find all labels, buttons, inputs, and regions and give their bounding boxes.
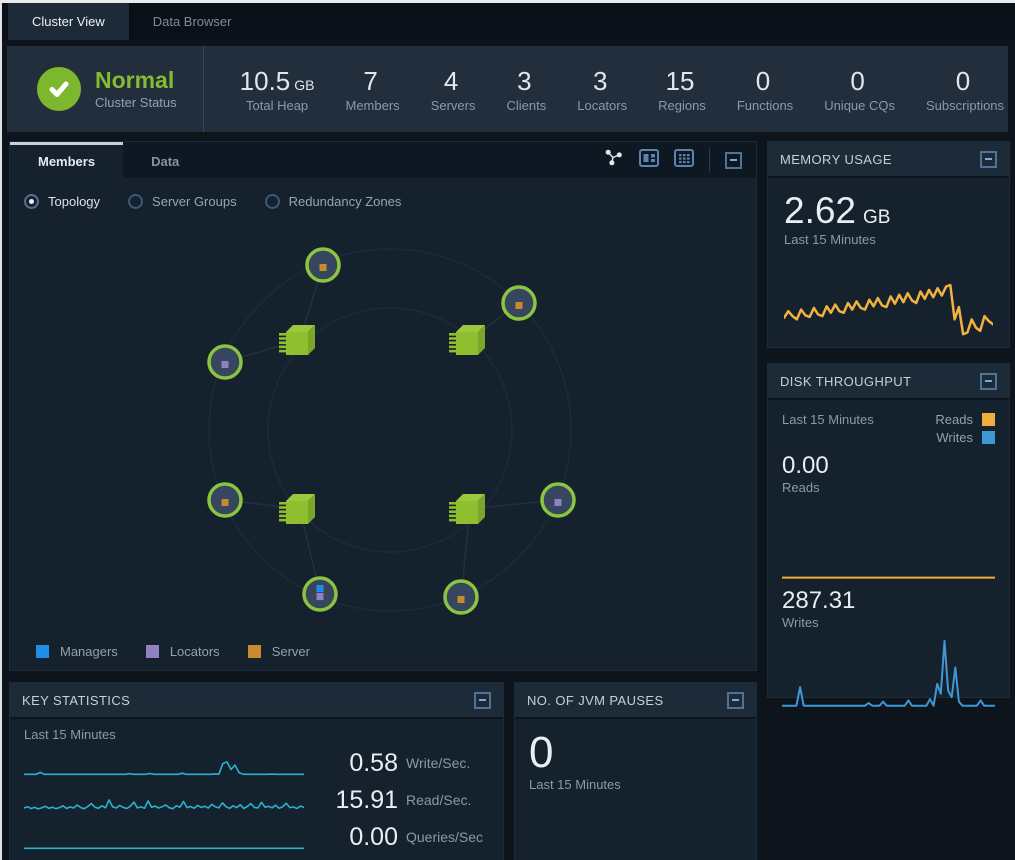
host-icon (279, 494, 315, 524)
jvm-pauses-header: NO. OF JVM PAUSES (515, 683, 756, 719)
time-range-label: Last 15 Minutes (529, 777, 742, 792)
cluster-stat: 15 Regions (658, 66, 706, 113)
disk-reads-value: 0.00 (782, 452, 995, 480)
reads-sparkline (24, 785, 304, 815)
legend-item: Server (248, 644, 310, 659)
host-icon (449, 325, 485, 355)
members-panel: Members Data (9, 141, 757, 671)
topology-legend: Managers Locators Server (24, 638, 742, 664)
member-node (307, 249, 339, 281)
jvm-pauses-panel: NO. OF JVM PAUSES 0 Last 15 Minutes (514, 682, 757, 860)
time-range-label: Last 15 Minutes (784, 232, 993, 247)
key-statistics-header: KEY STATISTICS (10, 683, 503, 719)
member-node (209, 346, 241, 378)
tab-data-browser[interactable]: Data Browser (129, 3, 256, 40)
key-statistics-panel: KEY STATISTICS Last 15 Minutes 0.58 Writ… (9, 682, 504, 860)
topology-graph[interactable] (24, 218, 742, 638)
memory-usage-unit: GB (863, 207, 890, 228)
member-node (304, 578, 336, 610)
panel-title: DISK THROUGHPUT (780, 374, 911, 389)
stat-unit: Read/Sec. (406, 792, 471, 808)
cluster-status-label: Cluster Status (95, 95, 177, 110)
topology-view-icon[interactable] (604, 148, 624, 172)
collapse-key-statistics-button[interactable] (474, 692, 491, 709)
legend-item: Reads (935, 412, 995, 427)
legend-item: Managers (36, 644, 118, 659)
host-icon (449, 494, 485, 524)
panel-title: NO. OF JVM PAUSES (527, 693, 664, 708)
toolbar-divider (709, 148, 710, 172)
cluster-stat: 4 Servers (431, 66, 476, 113)
cluster-stat: 7 Members (346, 66, 400, 113)
members-panel-tab-bar: Members Data (10, 142, 756, 178)
stat-unit: Write/Sec. (406, 755, 470, 771)
time-range-label: Last 15 Minutes (24, 727, 489, 742)
stat-row-writes: 0.58 Write/Sec. (24, 747, 489, 779)
status-ok-check-icon (37, 67, 81, 111)
stat-row-reads: 15.91 Read/Sec. (24, 784, 489, 816)
cluster-stats: 10.5GB Total Heap 7 Members 4 Servers 3 … (204, 66, 1004, 113)
memory-usage-panel: MEMORY USAGE 2.62 GB Last 15 Minutes (767, 141, 1010, 348)
collapse-jvm-pauses-button[interactable] (727, 692, 744, 709)
cluster-status: Normal Cluster Status (7, 67, 203, 111)
stat-value: 15.91 (304, 786, 398, 815)
tab-members[interactable]: Members (10, 142, 123, 178)
legend-item: Locators (146, 644, 220, 659)
disk-reads-chart (782, 495, 995, 583)
member-node (542, 484, 574, 516)
cluster-status-value: Normal (95, 68, 177, 93)
jvm-pauses-value: 0 (529, 729, 742, 777)
stat-unit: Queries/Sec (406, 829, 483, 845)
collapse-disk-throughput-button[interactable] (980, 373, 997, 390)
member-node (209, 484, 241, 516)
disk-writes-value: 287.31 (782, 587, 995, 615)
tab-data[interactable]: Data (123, 142, 207, 178)
cluster-stat: 0 Unique CQs (824, 66, 895, 113)
radio-circle (128, 194, 143, 209)
cluster-stat: 0 Subscriptions (926, 66, 1004, 113)
collapse-memory-usage-button[interactable] (980, 151, 997, 168)
stat-value: 0.00 (304, 823, 398, 852)
cluster-status-banner: Normal Cluster Status 10.5GB Total Heap … (7, 46, 1008, 132)
pulse-dashboard: Cluster View Data Browser Normal Cluster… (0, 0, 1015, 860)
queries-sparkline (24, 822, 304, 852)
time-range-label: Last 15 Minutes (782, 412, 874, 448)
radio-topology[interactable]: Topology (24, 194, 100, 209)
stat-row-queries: 0.00 Queries/Sec (24, 821, 489, 853)
member-node (445, 581, 477, 613)
cluster-stat: 3 Locators (577, 66, 627, 113)
members-panel-body: Topology Server Groups Redundancy Zones (10, 178, 756, 670)
cluster-stat: 0 Functions (737, 66, 793, 113)
grid-view-icon[interactable] (674, 149, 694, 172)
panel-title: KEY STATISTICS (22, 693, 130, 708)
treemap-view-icon[interactable] (639, 149, 659, 172)
host-icon (279, 325, 315, 355)
legend-item: Writes (935, 430, 995, 445)
collapse-members-panel-button[interactable] (725, 152, 742, 169)
memory-usage-chart (784, 257, 993, 347)
radio-circle (24, 194, 39, 209)
radio-server-groups[interactable]: Server Groups (128, 194, 237, 209)
disk-throughput-header: DISK THROUGHPUT (768, 364, 1009, 400)
main-tab-bar: Cluster View Data Browser (2, 3, 1015, 40)
memory-usage-header: MEMORY USAGE (768, 142, 1009, 178)
memory-usage-value: 2.62 (784, 190, 856, 231)
disk-writes-label: Writes (782, 615, 995, 630)
member-node (503, 287, 535, 319)
tab-cluster-view[interactable]: Cluster View (8, 3, 129, 40)
panel-title: MEMORY USAGE (780, 152, 892, 167)
disk-throughput-panel: DISK THROUGHPUT Last 15 Minutes Reads (767, 363, 1010, 698)
radio-circle (265, 194, 280, 209)
disk-reads-label: Reads (782, 480, 995, 495)
disk-legend: Reads Writes (935, 412, 995, 448)
disk-writes-chart (782, 636, 995, 710)
view-mode-selector: Topology Server Groups Redundancy Zones (24, 186, 742, 216)
cluster-stat: 3 Clients (506, 66, 546, 113)
stat-value: 0.58 (304, 749, 398, 778)
cluster-stat: 10.5GB Total Heap (240, 66, 315, 113)
writes-sparkline (24, 748, 304, 778)
radio-redundancy-zones[interactable]: Redundancy Zones (265, 194, 402, 209)
